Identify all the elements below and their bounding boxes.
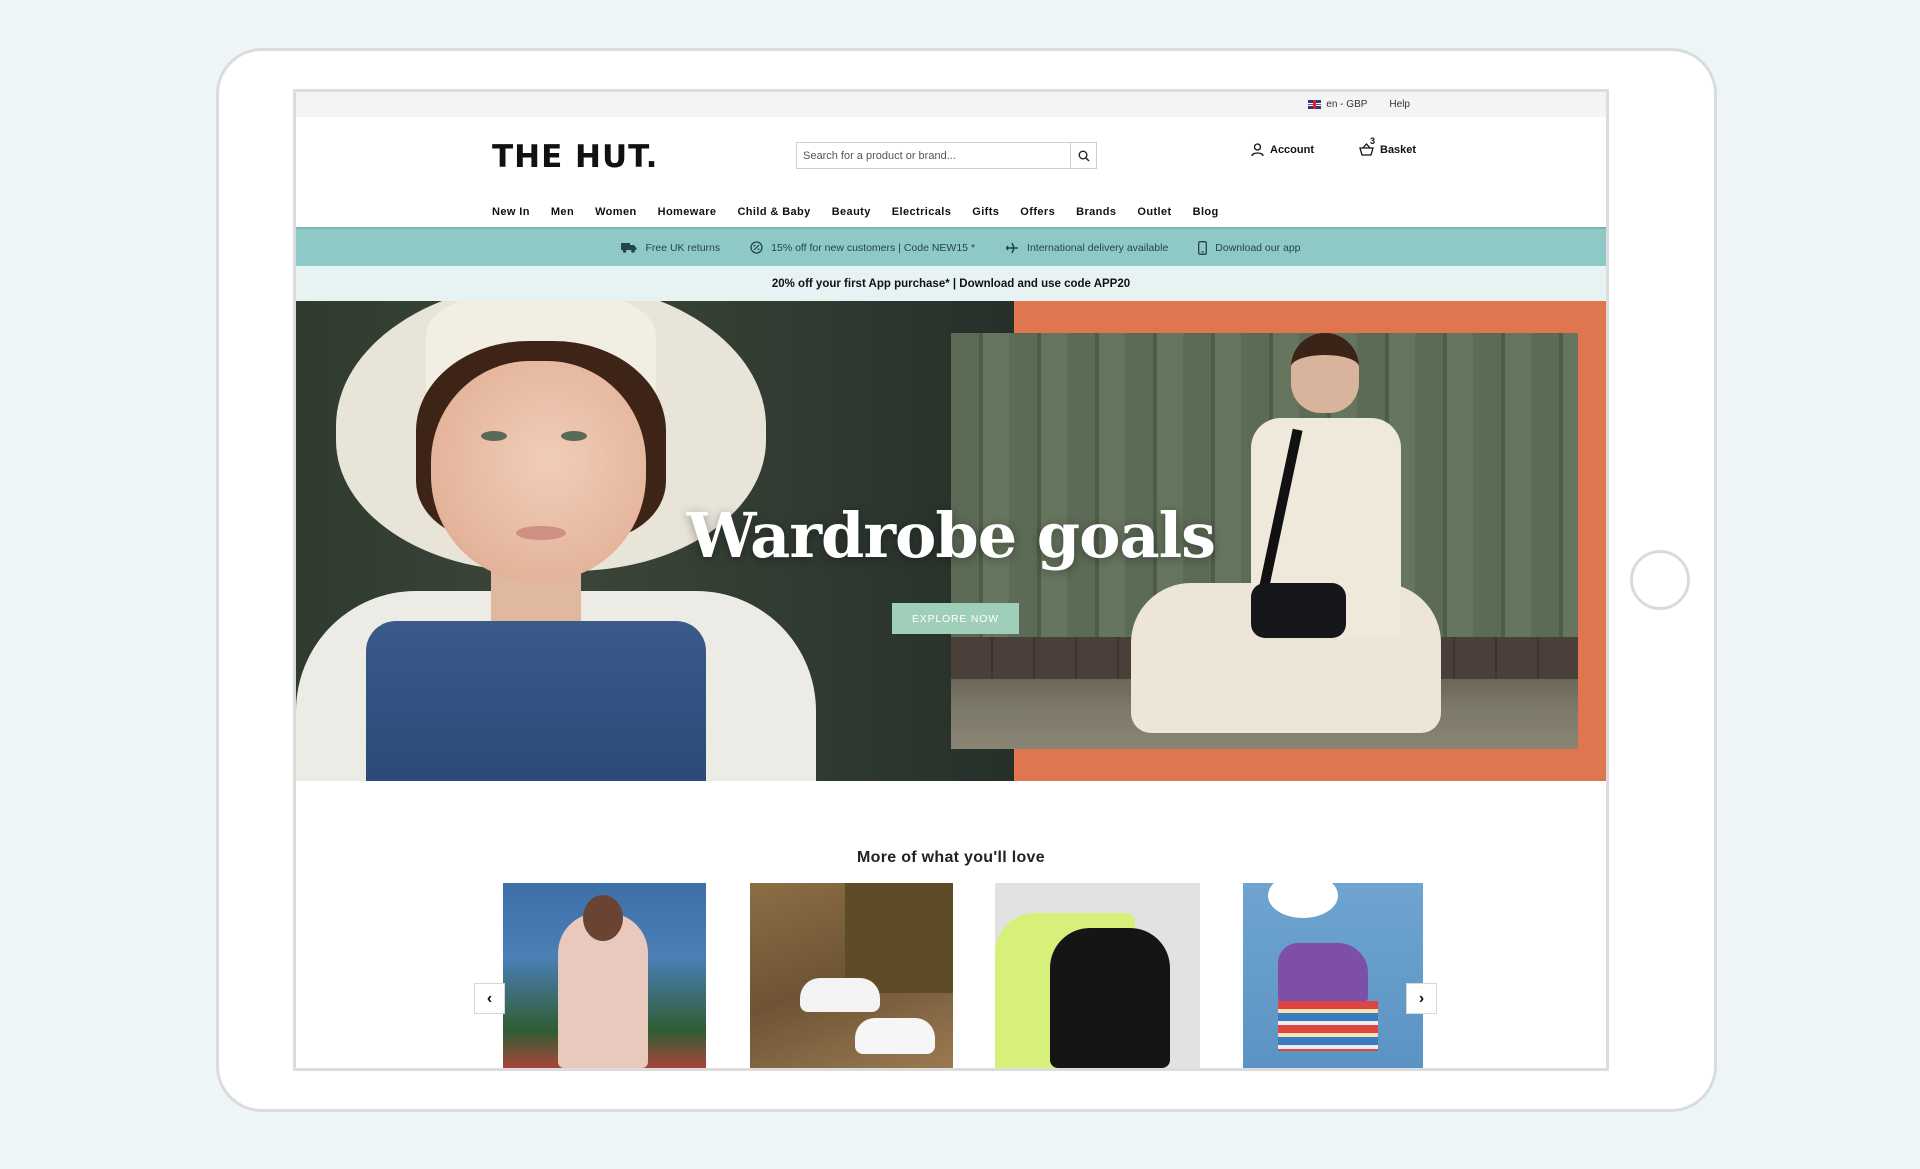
high-top-shoe-shape (1278, 943, 1368, 1003)
user-icon (1251, 143, 1264, 157)
usp-label: 15% off for new customers | Code NEW15 * (771, 241, 976, 254)
carousel-card[interactable] (750, 883, 953, 1068)
main-nav: New In Men Women Homeware Child & Baby B… (296, 197, 1606, 227)
usp-label: Download our app (1215, 241, 1301, 254)
nav-item-brands[interactable]: Brands (1076, 206, 1116, 218)
search-icon (1078, 150, 1090, 162)
carousel-next-button[interactable]: › (1406, 983, 1437, 1014)
trouser-leg-shape (845, 883, 953, 993)
eye-shape (561, 431, 587, 441)
utility-bar: en - GBP Help (296, 92, 1606, 117)
usp-label: Free UK returns (645, 241, 721, 254)
carousel-card[interactable] (503, 883, 706, 1068)
sneaker-shape (800, 978, 880, 1012)
usp-free-returns[interactable]: Free UK returns (621, 242, 720, 254)
dungaree-shape (366, 621, 706, 781)
uk-flag-icon (1308, 100, 1322, 109)
cloud-shape (1268, 883, 1338, 918)
basket-count-badge: 3 (1370, 136, 1376, 146)
backpack-shape (1050, 928, 1170, 1068)
tablet-home-button (1630, 550, 1690, 610)
nav-item-offers[interactable]: Offers (1020, 206, 1055, 218)
app-promo-strip[interactable]: 20% off your first App purchase* | Downl… (296, 266, 1606, 301)
usp-bar: Free UK returns 15% off for new customer… (296, 227, 1606, 266)
usp-label: International delivery available (1027, 241, 1169, 254)
phone-icon (1198, 240, 1208, 255)
chevron-left-icon: ‹ (486, 989, 493, 1007)
nav-item-outlet[interactable]: Outlet (1137, 206, 1171, 218)
carousel-card[interactable] (995, 883, 1200, 1068)
basket-link[interactable]: 3 Basket (1359, 136, 1417, 156)
usp-download-app[interactable]: Download our app (1198, 240, 1301, 255)
handbag-shape (1251, 583, 1346, 638)
carousel-title: More of what you'll love (857, 849, 1045, 866)
model-head-shape (583, 895, 623, 941)
nav-item-beauty[interactable]: Beauty (832, 206, 871, 218)
discount-badge-icon (750, 241, 763, 254)
nav-item-gifts[interactable]: Gifts (972, 206, 999, 218)
search-bar (796, 142, 1097, 169)
basket-label: Basket (1380, 143, 1417, 156)
app-promo-text: 20% off your first App purchase* | Downl… (771, 277, 1131, 290)
carousel-card[interactable] (1243, 883, 1423, 1068)
carousel-prev-button[interactable]: ‹ (474, 983, 505, 1014)
nav-item-new-in[interactable]: New In (492, 206, 530, 218)
nav-item-child-baby[interactable]: Child & Baby (737, 206, 810, 218)
plane-icon (1006, 242, 1019, 253)
search-input[interactable] (797, 143, 1070, 168)
account-label: Account (1270, 144, 1314, 156)
nav-item-women[interactable]: Women (595, 206, 637, 218)
locale-label: en - GBP (1326, 99, 1368, 110)
usp-new-customer-offer[interactable]: 15% off for new customers | Code NEW15 * (750, 241, 975, 254)
site-header: THE HUT. Account 3 Basket (296, 117, 1606, 197)
product-carousel: ‹ › (296, 883, 1606, 1068)
nav-item-men[interactable]: Men (551, 206, 574, 218)
nav-item-electricals[interactable]: Electricals (892, 206, 951, 218)
nav-item-homeware[interactable]: Homeware (658, 206, 717, 218)
sneaker-shape (855, 1018, 935, 1054)
locale-selector[interactable]: en - GBP (1308, 99, 1367, 110)
browser-screen: en - GBP Help THE HUT. Account 3 (293, 89, 1609, 1071)
chevron-right-icon: › (1418, 989, 1425, 1007)
search-button[interactable] (1070, 143, 1096, 168)
truck-icon (621, 243, 637, 253)
book-stack-shape (1278, 1001, 1378, 1051)
nav-item-blog[interactable]: Blog (1193, 206, 1219, 218)
account-link[interactable]: Account (1251, 143, 1314, 157)
hero-title: Wardrobe goals (686, 499, 1216, 572)
eye-shape (481, 431, 507, 441)
help-link[interactable]: Help (1389, 99, 1410, 110)
usp-international-delivery[interactable]: International delivery available (1005, 241, 1168, 255)
head-shape (1291, 333, 1359, 413)
site-logo[interactable]: THE HUT. (492, 139, 658, 175)
hero-banner[interactable]: Wardrobe goals EXPLORE NOW (296, 301, 1606, 781)
explore-now-button[interactable]: EXPLORE NOW (892, 603, 1019, 634)
